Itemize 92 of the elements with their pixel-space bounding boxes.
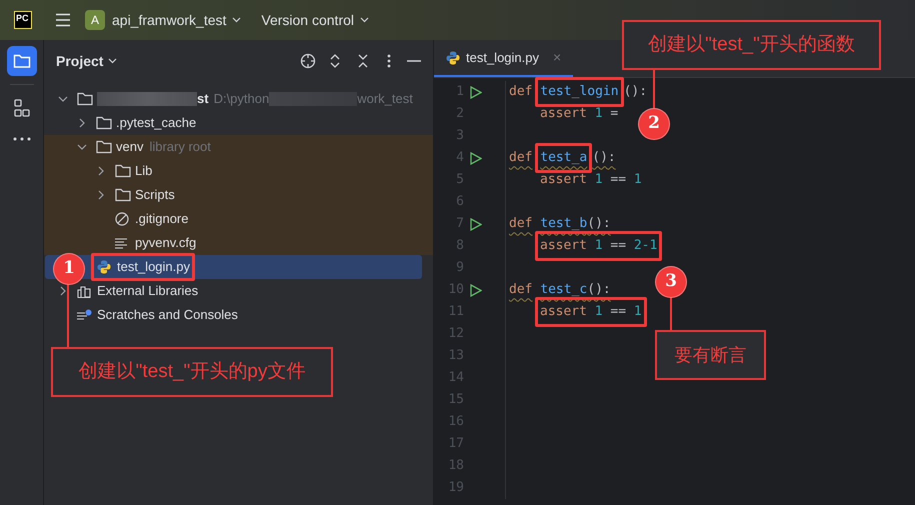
app-logo-icon: PC xyxy=(14,11,32,29)
code-token: test_a xyxy=(540,149,588,168)
chevron-right-icon[interactable] xyxy=(60,286,66,296)
run-icon[interactable] xyxy=(470,152,482,164)
run-icon[interactable] xyxy=(470,284,482,296)
item-label: .gitignore xyxy=(135,210,188,228)
version-control-menu[interactable]: Version control xyxy=(261,10,369,30)
tree-item[interactable]: Lib xyxy=(44,159,433,183)
annotation-label: 创建以"test_"开头的函数 xyxy=(622,20,881,70)
tree-item[interactable]: .pytest_cache xyxy=(44,111,433,135)
run-icon[interactable] xyxy=(470,218,482,230)
folder-icon xyxy=(115,188,131,202)
code-token: def xyxy=(509,83,532,102)
item-label: Scripts xyxy=(135,186,175,204)
chevron-down-icon[interactable] xyxy=(58,96,68,102)
more-icon[interactable] xyxy=(12,137,30,141)
libraries-icon xyxy=(77,284,91,298)
tree-item[interactable]: Scripts xyxy=(44,183,433,207)
tree-item[interactable]: pyvenv.cfg xyxy=(44,231,433,255)
project-view-selector[interactable]: Project xyxy=(56,50,118,72)
leader-line xyxy=(670,297,672,330)
chevron-down-icon xyxy=(108,58,118,64)
scratches-icon xyxy=(77,308,92,322)
item-label: test_login.py xyxy=(117,258,190,276)
locate-icon[interactable] xyxy=(300,53,316,69)
python-file-icon xyxy=(97,260,111,274)
code-token: = xyxy=(610,105,618,124)
code-token: assert xyxy=(540,105,587,124)
folder-icon xyxy=(115,164,131,178)
text-file-icon xyxy=(115,238,128,248)
code-token: 1 xyxy=(594,171,603,190)
chevron-down-icon[interactable] xyxy=(77,144,87,150)
python-file-icon xyxy=(446,50,460,64)
chevron-right-icon[interactable] xyxy=(79,118,85,128)
code-token: def xyxy=(509,281,532,300)
item-label: st xyxy=(197,90,209,108)
expand-all-icon[interactable] xyxy=(329,53,341,69)
code-token: == xyxy=(610,171,626,190)
tree-item[interactable]: venv library root xyxy=(44,135,433,159)
code-token: assert xyxy=(540,237,587,256)
code-token: test_b xyxy=(540,215,588,234)
code-token: 1 xyxy=(634,303,642,322)
item-label: External Libraries xyxy=(97,282,198,300)
menu-icon[interactable] xyxy=(55,13,71,27)
item-label: Lib xyxy=(135,162,152,180)
tree-item[interactable]: Scratches and Consoles xyxy=(44,303,433,327)
code-token: test_login xyxy=(540,83,619,102)
code-token: 1 xyxy=(634,171,642,190)
ignore-file-icon xyxy=(115,212,129,226)
leader-line xyxy=(653,70,655,110)
project-tool-button[interactable] xyxy=(6,46,36,76)
code-token: 1 xyxy=(594,237,603,256)
code-token: (): xyxy=(587,281,611,300)
annotation-label: 要有断言 xyxy=(655,330,766,380)
more-icon[interactable] xyxy=(387,54,391,68)
chevron-right-icon[interactable] xyxy=(98,190,104,200)
folder-icon xyxy=(96,116,112,130)
code-token: 2-1 xyxy=(634,237,658,256)
code-token: (): xyxy=(587,215,611,234)
path-text: work_test xyxy=(357,90,413,108)
code-token: (): xyxy=(624,83,648,102)
item-label: venv xyxy=(116,138,144,156)
tree-item[interactable]: .gitignore xyxy=(44,207,433,231)
code-token: test_c xyxy=(540,281,588,300)
annotation-label: 创建以"test_"开头的py文件 xyxy=(51,347,333,397)
folder-icon xyxy=(96,140,112,154)
collapse-all-icon[interactable] xyxy=(357,53,369,69)
code-token: def xyxy=(509,215,532,234)
run-icon[interactable] xyxy=(470,86,482,98)
folder-icon xyxy=(12,53,30,69)
chevron-right-icon[interactable] xyxy=(98,166,104,176)
item-label: pyvenv.cfg xyxy=(135,234,196,252)
code-token: assert xyxy=(540,171,587,190)
code-token: def xyxy=(509,149,532,168)
item-label: .pytest_cache xyxy=(116,114,196,132)
structure-icon[interactable] xyxy=(14,99,30,117)
code-token: == xyxy=(610,303,626,322)
project-badge: A xyxy=(85,10,105,30)
item-label: Scratches and Consoles xyxy=(97,306,238,324)
code-token: assert xyxy=(540,303,587,322)
project-switcher[interactable]: api_framwork_test xyxy=(112,10,242,30)
folder-icon xyxy=(77,92,93,106)
code-token: 1 xyxy=(594,105,603,124)
chevron-down-icon xyxy=(232,17,242,23)
code-token: (): xyxy=(592,149,616,168)
path-text: D:\python xyxy=(214,90,270,108)
tree-item[interactable]: st D:\python work_test xyxy=(44,87,433,111)
code-token: == xyxy=(610,237,626,256)
code-token: 1 xyxy=(594,303,603,322)
chevron-down-icon xyxy=(360,17,369,23)
minimize-icon[interactable] xyxy=(407,59,421,63)
item-hint: library root xyxy=(149,138,211,156)
